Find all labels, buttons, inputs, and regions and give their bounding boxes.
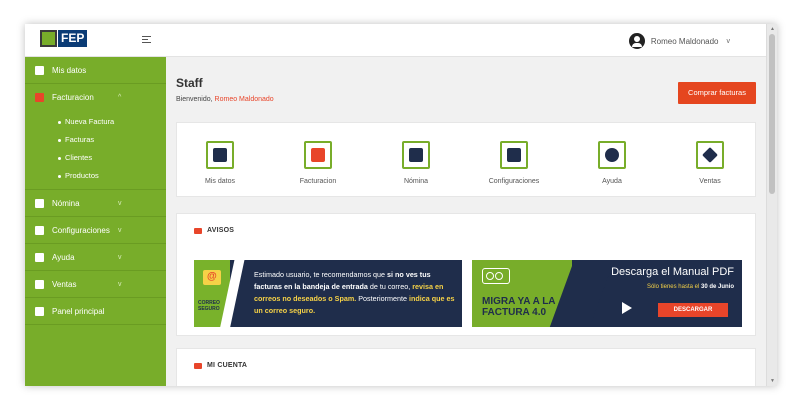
shortcut-label: Configuraciones — [488, 178, 540, 185]
spam-notice-banner[interactable]: CORREO SEGURO Estimado usuario, te recom… — [194, 260, 462, 327]
main-content: Staff Bienvenido, Romeo Maldonado Compra… — [166, 57, 766, 386]
user-menu[interactable]: Romeo Maldonado v — [628, 33, 731, 49]
welcome-prefix: Bienvenido, — [176, 96, 213, 103]
account-icon — [194, 362, 202, 369]
shortcut-label: Nómina — [403, 178, 429, 185]
payroll-icon — [35, 199, 44, 208]
shortcut-label: Mis datos — [205, 178, 235, 185]
scroll-thumb[interactable] — [769, 34, 775, 194]
sidebar-item-label: Configuraciones — [52, 226, 110, 235]
invoice-icon — [311, 148, 325, 162]
shortcut-facturacion[interactable]: Facturacion — [283, 141, 353, 185]
manual-heading: Descarga el Manual PDF — [611, 266, 734, 278]
logo[interactable]: FEP — [40, 30, 94, 49]
sidebar-item-nomina[interactable]: Nómina v — [25, 190, 166, 217]
logo-icon — [40, 30, 57, 47]
chevron-down-icon: v — [118, 200, 122, 207]
scroll-up-icon[interactable]: ▲ — [770, 26, 775, 32]
chevron-down-icon: v — [118, 254, 122, 261]
app-window: FEP Mis datos Facturacion ^ Nueva Factur… — [25, 24, 777, 386]
cuenta-header: MI CUENTA — [194, 362, 247, 369]
sidebar-item-label: Panel principal — [52, 307, 105, 316]
payroll-icon — [409, 148, 423, 162]
subitem-facturas[interactable]: Facturas — [25, 131, 166, 149]
invoice-icon — [35, 93, 44, 102]
gear-icon — [35, 226, 44, 235]
shortcut-ventas[interactable]: Ventas — [675, 141, 745, 185]
logo-text: FEP — [58, 30, 88, 47]
shortcut-label: Ventas — [699, 178, 721, 185]
topbar: Romeo Maldonado v — [166, 24, 766, 57]
chevron-down-icon: v — [726, 37, 731, 45]
sidebar-item-configuraciones[interactable]: Configuraciones v — [25, 217, 166, 244]
sidebar-item-mis-datos[interactable]: Mis datos — [25, 57, 166, 84]
cfdi-manual-banner[interactable]: MIGRA YA A LA FACTURA 4.0 Descarga el Ma… — [472, 260, 742, 327]
help-icon — [35, 253, 44, 262]
sidebar-item-label: Nómina — [52, 199, 80, 208]
cfdi-logo-icon — [482, 268, 510, 284]
sidebar-item-label: Ventas — [52, 280, 77, 289]
menu-toggle-icon[interactable] — [142, 36, 151, 44]
email-icon — [203, 270, 221, 285]
gear-icon — [507, 148, 521, 162]
shortcut-configuraciones[interactable]: Configuraciones — [479, 141, 549, 185]
user-name: Romeo Maldonado — [650, 36, 719, 46]
sidebar-nav: Mis datos Facturacion ^ Nueva Factura Fa… — [25, 57, 166, 325]
panel-icon — [35, 307, 44, 316]
shortcut-nomina[interactable]: Nómina — [381, 141, 451, 185]
subitem-nueva-factura[interactable]: Nueva Factura — [25, 113, 166, 131]
user-icon — [35, 66, 44, 75]
spam-notice-text: Estimado usuario, te recomendamos que si… — [254, 270, 455, 315]
deadline-text: Sólo tienes hasta el 30 de Junio — [646, 284, 734, 290]
sidebar: FEP Mis datos Facturacion ^ Nueva Factur… — [25, 24, 166, 386]
welcome-user: Romeo Maldonado — [214, 96, 274, 103]
sidebar-item-label: Facturacion — [52, 93, 94, 102]
avatar-icon — [628, 33, 645, 49]
download-button[interactable]: DESCARGAR — [658, 303, 728, 317]
shortcuts-card: Mis datos Facturacion Nómina Configuraci… — [176, 122, 756, 197]
lifebuoy-icon — [605, 148, 619, 162]
sidebar-item-panel-principal[interactable]: Panel principal — [25, 298, 166, 325]
chevron-down-icon: v — [118, 227, 122, 234]
cursor-icon — [622, 302, 632, 314]
subitem-clientes[interactable]: Clientes — [25, 149, 166, 167]
avisos-card: AVISOS CORREO SEGURO Estimado usuario, t… — [176, 213, 756, 336]
chevron-down-icon: v — [118, 281, 122, 288]
tag-icon — [702, 147, 718, 163]
subitem-productos[interactable]: Productos — [25, 167, 166, 185]
sidebar-item-label: Mis datos — [52, 66, 87, 75]
tag-icon — [35, 280, 44, 289]
page-scrollbar[interactable]: ▲ ▼ — [766, 24, 777, 386]
user-icon — [213, 148, 227, 162]
sidebar-item-ayuda[interactable]: Ayuda v — [25, 244, 166, 271]
chevron-up-icon: ^ — [118, 94, 122, 101]
sidebar-item-ventas[interactable]: Ventas v — [25, 271, 166, 298]
page-title: Staff — [176, 76, 203, 90]
logo-bar: FEP — [25, 24, 166, 57]
mi-cuenta-card: MI CUENTA — [176, 348, 756, 386]
scroll-down-icon[interactable]: ▼ — [770, 378, 775, 384]
sidebar-item-label: Ayuda — [52, 253, 75, 262]
shortcut-mis-datos[interactable]: Mis datos — [185, 141, 255, 185]
sidebar-item-facturacion[interactable]: Facturacion ^ — [25, 84, 166, 111]
cuenta-title: MI CUENTA — [207, 362, 248, 369]
megaphone-icon — [194, 227, 202, 234]
shortcut-label: Facturacion — [299, 178, 337, 185]
facturacion-submenu: Nueva Factura Facturas Clientes Producto… — [25, 111, 166, 190]
shortcut-label: Ayuda — [602, 178, 622, 185]
buy-invoices-button[interactable]: Comprar facturas — [678, 82, 756, 104]
migra-text: MIGRA YA A LA FACTURA 4.0 — [482, 296, 556, 318]
shortcut-ayuda[interactable]: Ayuda — [577, 141, 647, 185]
welcome-text: Bienvenido, Romeo Maldonado — [176, 96, 274, 103]
avisos-title: AVISOS — [207, 227, 235, 234]
avisos-header: AVISOS — [194, 227, 234, 234]
